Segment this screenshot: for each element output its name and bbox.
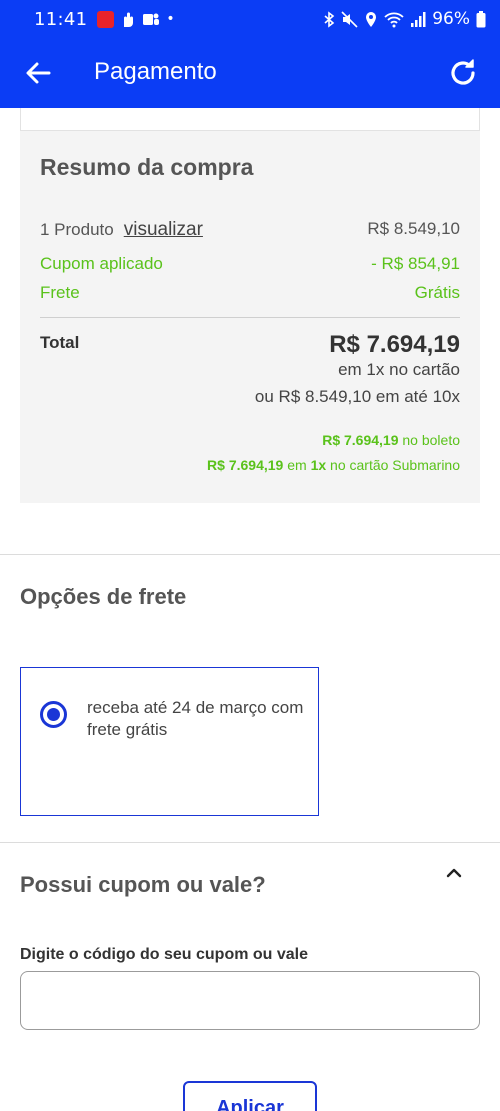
page-title: Pagamento (94, 58, 217, 85)
store-card-times: 1x (310, 457, 327, 473)
product-count: 1 Produto (40, 220, 114, 239)
wifi-icon (384, 12, 404, 27)
coupon-field-label: Digite o código do seu cupom ou vale (20, 946, 309, 963)
coupon-label: Cupom aplicado (40, 254, 163, 273)
shipping-option-radio[interactable] (40, 701, 67, 728)
location-icon (366, 11, 377, 27)
store-card-line: R$ 7.694,19 em 1x no cartão Submarino (207, 457, 460, 473)
more-notifications-dot: • (166, 11, 175, 27)
shipping-option-text: receba até 24 de março com frete grátis (87, 698, 304, 739)
battery-icon (476, 10, 486, 27)
teams-icon (143, 13, 160, 25)
system-icons: 96% (323, 9, 486, 29)
section-divider (0, 842, 500, 843)
status-bar: 11:41 • 96% (0, 0, 500, 38)
installments-note: ou R$ 8.549,10 em até 10x (254, 387, 460, 406)
boleto-text: no boleto (402, 432, 460, 448)
app-bar: Pagamento (0, 38, 500, 108)
coupon-discount: - R$ 854,91 (371, 254, 460, 273)
notification-icons: • (97, 10, 175, 28)
signal-icon (411, 11, 426, 27)
shipping-row: Frete Grátis (40, 283, 460, 303)
apply-coupon-button[interactable]: Aplicar (183, 1081, 317, 1111)
hand-icon (124, 12, 134, 27)
store-card-text: no cartão Submarino (330, 457, 460, 473)
view-products-link[interactable]: visualizar (124, 219, 203, 240)
product-price: R$ 8.549,10 (367, 219, 460, 238)
chevron-up-icon[interactable] (444, 866, 464, 880)
boleto-price: R$ 7.694,19 (322, 432, 399, 448)
mute-icon (341, 10, 358, 28)
store-card-em: em (287, 457, 307, 473)
status-time: 11:41 (34, 8, 88, 30)
refresh-icon[interactable] (446, 56, 480, 90)
shipping-label: Frete (40, 283, 80, 302)
coupon-code-input[interactable] (20, 971, 480, 1030)
coupon-row: Cupom aplicado - R$ 854,91 (40, 254, 460, 274)
back-arrow-icon[interactable] (22, 57, 54, 89)
app-notification-icon (97, 10, 115, 28)
bluetooth-icon (324, 10, 335, 28)
summary-divider (40, 317, 460, 318)
coupon-section-title[interactable]: Possui cupom ou vale? (20, 872, 266, 898)
shipping-value: Grátis (414, 283, 460, 302)
total-value: R$ 7.694,19 (329, 331, 460, 358)
summary-title: Resumo da compra (40, 154, 254, 180)
battery-percent: 96% (432, 9, 470, 29)
store-card-price: R$ 7.694,19 (207, 457, 284, 473)
card-note: em 1x no cartão (338, 360, 460, 379)
purchase-summary: Resumo da compra 1 Produto visualizar R$ … (20, 131, 480, 503)
boleto-price-line: R$ 7.694,19 no boleto (322, 432, 460, 448)
products-row: 1 Produto visualizar R$ 8.549,10 (40, 219, 460, 241)
section-divider (0, 554, 500, 555)
total-label: Total (40, 333, 80, 352)
shipping-option-card[interactable]: receba até 24 de março com frete grátis (20, 667, 319, 816)
shipping-options-title: Opções de frete (20, 584, 187, 609)
previous-card-bottom (20, 108, 480, 131)
